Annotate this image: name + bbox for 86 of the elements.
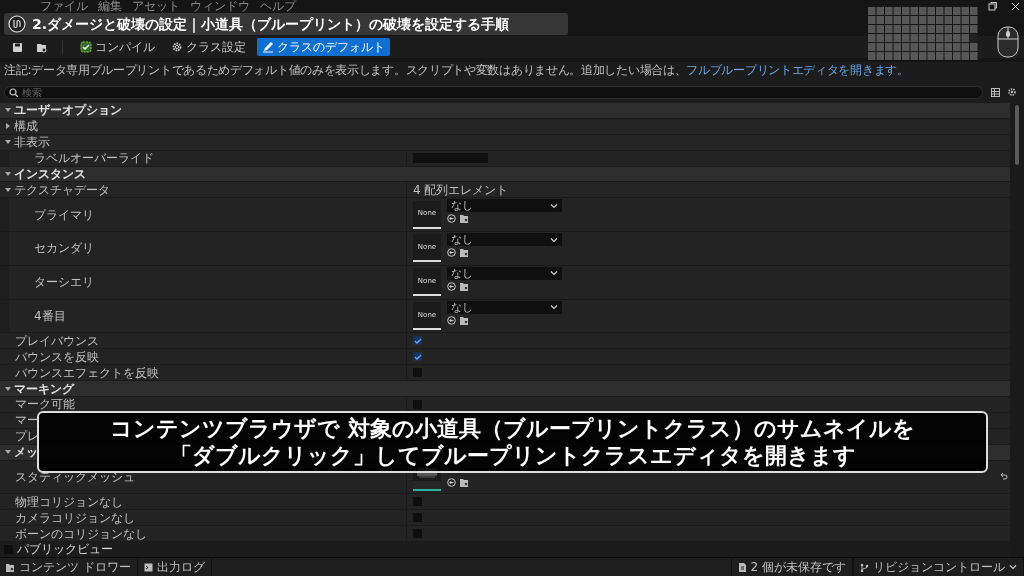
property-label: プライマリ xyxy=(34,208,94,221)
use-selected-icon[interactable] xyxy=(447,281,456,291)
drawer-button[interactable]: コンテンツ ドロワー xyxy=(0,558,138,576)
browse-icon[interactable] xyxy=(460,315,469,325)
chevron-down-icon xyxy=(550,270,558,277)
defaults-button[interactable]: クラスのデフォルト xyxy=(257,38,390,56)
property-label: バウンスエフェクトを反映 xyxy=(15,366,159,379)
asset-dropdown[interactable]: なし xyxy=(447,233,562,247)
folder-search-icon xyxy=(35,41,47,53)
property-label: バウンスを反映 xyxy=(15,350,99,363)
chevron-down-icon xyxy=(1009,564,1017,570)
collapse-arrow-icon[interactable] xyxy=(5,107,11,114)
caption-text: コンテンツブラウザで 対象の小道具（ブループリントクラス）のサムネイルを xyxy=(110,415,915,442)
chevron-down-icon xyxy=(550,304,558,311)
expand-arrow-icon[interactable] xyxy=(5,123,11,130)
property-label: マーク可能 xyxy=(15,398,75,411)
property-label: ターシエリ xyxy=(34,276,94,289)
collapse-arrow-icon[interactable] xyxy=(5,139,11,146)
restore-icon[interactable] xyxy=(988,2,997,11)
unsaved-button[interactable]: 2 個が未保存です xyxy=(730,558,853,576)
chevron-down-icon xyxy=(550,202,558,209)
banner-title: 2.ダメージと破壊の設定｜小道具（ブループリント）の破壊を設定する手順 xyxy=(32,14,510,35)
menu-item[interactable]: ファイル xyxy=(40,0,88,13)
notice-text: 注記:データ専用ブループリントであるためデフォルト値のみを表示します。スクリプトや変数はありません。追加したい場合は、フルブループリントエディタを開きます。 xyxy=(4,64,909,76)
category-header: マーキング xyxy=(14,382,74,395)
compile-button[interactable]: コンパイル xyxy=(75,38,160,56)
collapse-arrow-icon[interactable] xyxy=(5,449,11,456)
browse-icon[interactable] xyxy=(460,478,469,488)
asset-dropdown[interactable]: なし xyxy=(447,199,562,213)
category-header: メッ xyxy=(14,446,38,459)
collapse-arrow-icon[interactable] xyxy=(5,385,11,392)
menu-item[interactable]: 編集 xyxy=(98,0,122,13)
checkbox[interactable] xyxy=(413,336,422,346)
property-label: ボーンのコリジョンなし xyxy=(15,527,147,540)
use-selected-icon[interactable] xyxy=(447,214,456,224)
caption-text: 「ダブルクリック」してブループリントクラスエディタを開きます xyxy=(169,442,856,469)
browse-icon[interactable] xyxy=(460,248,469,258)
category-header: ユーザーオプション xyxy=(14,104,122,117)
save-icon xyxy=(11,41,23,53)
public-view-label: パブリックビュー xyxy=(17,543,113,556)
property-label: スタティックメッシュ xyxy=(15,470,135,483)
close-icon[interactable] xyxy=(1011,2,1020,11)
editor-link[interactable]: フルブループリントエディタを開きます。 xyxy=(686,63,909,77)
use-selected-icon[interactable] xyxy=(447,478,456,488)
array-count: 4 配列エレメント xyxy=(413,183,509,196)
category-header: インスタンス xyxy=(14,168,86,180)
group-label: 構成 xyxy=(14,120,38,133)
scrollbar[interactable] xyxy=(1015,105,1019,165)
search-icon xyxy=(9,87,18,97)
document-icon xyxy=(737,562,747,572)
group-label: 非表示 xyxy=(14,136,50,149)
menu-item[interactable]: ヘルプ xyxy=(260,0,296,13)
folder-icon xyxy=(6,562,15,572)
gear-icon xyxy=(171,41,183,53)
pencil-icon xyxy=(262,41,274,53)
collapse-arrow-icon[interactable] xyxy=(5,171,11,177)
property-label: カメラコリジョンなし xyxy=(15,511,135,524)
property-label: 物理コリジョンなし xyxy=(15,495,123,508)
collapse-arrow-icon[interactable] xyxy=(5,186,11,193)
use-selected-icon[interactable] xyxy=(447,248,456,258)
settings-icon[interactable] xyxy=(1007,87,1017,97)
property-label: セカンダリ xyxy=(34,242,94,255)
grid-view-icon[interactable] xyxy=(991,87,1000,97)
mouse-drawing xyxy=(997,26,1019,58)
compile-check-icon xyxy=(80,41,92,53)
group-label: テクスチャデータ xyxy=(14,183,110,196)
reset-arrow-icon[interactable] xyxy=(998,472,1008,482)
browse-icon[interactable] xyxy=(460,214,469,224)
settings-button[interactable]: クラス設定 xyxy=(166,38,251,56)
checkbox[interactable] xyxy=(413,352,422,362)
menu-item[interactable]: ウィンドウ xyxy=(190,0,250,13)
engine-logo-icon xyxy=(8,15,26,33)
chevron-down-icon xyxy=(550,236,558,243)
menu-item[interactable]: アセット xyxy=(132,0,180,13)
property-label: 4番目 xyxy=(34,310,66,322)
property-label: プレイバウンス xyxy=(15,334,99,347)
use-selected-icon[interactable] xyxy=(447,315,456,325)
revision-button[interactable]: リビジョンコントロール xyxy=(853,558,1024,576)
browse-icon[interactable] xyxy=(460,281,469,291)
asset-dropdown[interactable]: なし xyxy=(447,300,562,314)
terminal-icon xyxy=(143,562,153,572)
asset-dropdown[interactable]: なし xyxy=(447,266,562,280)
branch-icon xyxy=(860,562,869,572)
log-button[interactable]: 出力ログ xyxy=(137,558,212,576)
property-label: ラベルオーバーライド xyxy=(34,152,154,165)
property-label: プレ xyxy=(15,430,39,443)
